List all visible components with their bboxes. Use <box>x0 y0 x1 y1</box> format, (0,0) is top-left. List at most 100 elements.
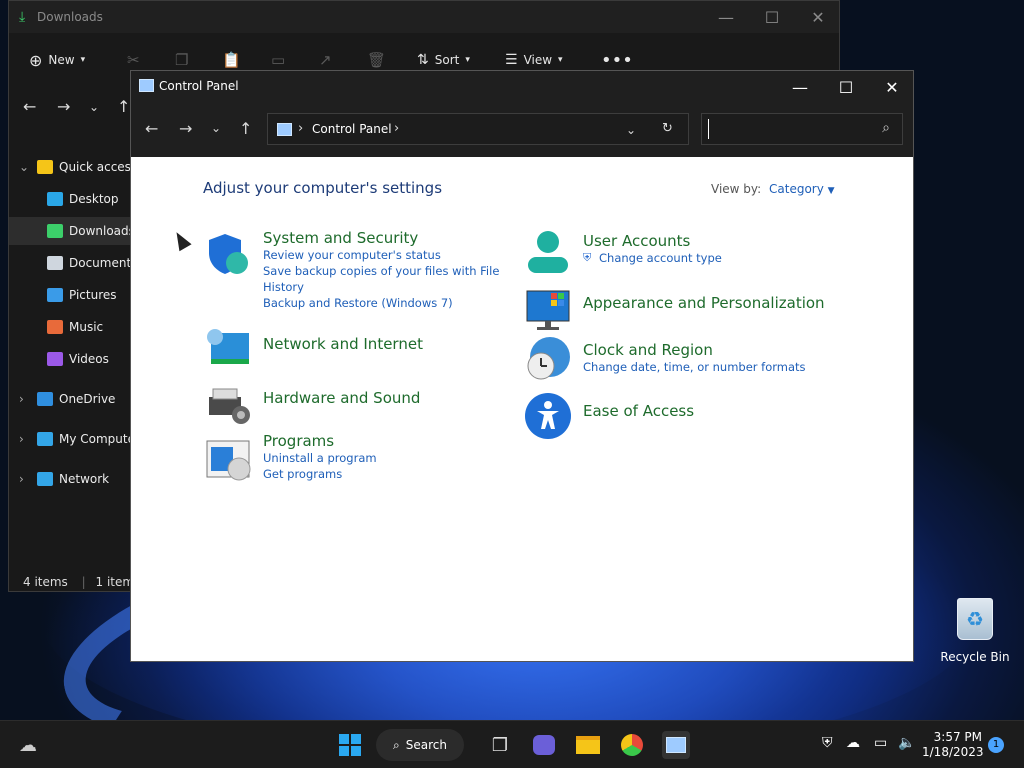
category-title-link[interactable]: System and Security <box>263 229 499 247</box>
chevron-down-icon: ▾ <box>80 55 86 65</box>
taskbar-search-label: Search <box>405 738 447 752</box>
sidebar-item[interactable]: Music <box>9 313 131 341</box>
download-icon: ⤓ <box>19 9 26 25</box>
folder-icon <box>47 320 63 334</box>
up-icon[interactable]: ↑ <box>117 97 130 116</box>
back-icon[interactable]: ← <box>145 119 158 138</box>
recent-dropdown-icon[interactable]: ⌄ <box>211 121 221 135</box>
address-dropdown-icon[interactable]: ⌄ <box>626 123 636 137</box>
chat-icon[interactable] <box>530 731 558 759</box>
view-by-dropdown[interactable]: Category ▼ <box>769 182 835 196</box>
sidebar-item[interactable]: › My Compute <box>9 425 131 453</box>
close-icon[interactable]: ✕ <box>795 1 841 33</box>
search-icon: ⌕ <box>393 737 400 752</box>
breadcrumb-chevron-icon[interactable]: › <box>394 121 399 136</box>
cp-content: Adjust your computer's settings View by:… <box>131 157 913 663</box>
notification-badge[interactable]: 1 <box>988 737 1004 753</box>
minimize-icon[interactable]: — <box>703 1 749 33</box>
category-title-link[interactable]: Programs <box>263 432 377 450</box>
sidebar-item[interactable]: Documents <box>9 249 131 277</box>
category-title-link[interactable]: Ease of Access <box>583 402 694 420</box>
sidebar-item[interactable]: ⌄ Quick access <box>9 153 131 181</box>
cut-icon[interactable]: ✂ <box>127 49 140 71</box>
category-task-link[interactable]: Change date, time, or number formats <box>583 359 806 375</box>
uac-link-wrapper: ⛨ Change account type <box>583 250 722 266</box>
category-task-link[interactable]: Review your computer's status <box>263 247 499 263</box>
delete-icon[interactable]: 🗑 <box>367 49 386 71</box>
view-label: View <box>523 53 553 67</box>
category-task-link[interactable]: Uninstall a program <box>263 450 377 466</box>
minimize-icon[interactable]: — <box>777 71 823 103</box>
clock-time: 3:57 PM <box>933 730 982 744</box>
weather-icon[interactable]: ☁ <box>14 731 42 759</box>
category-task-link[interactable]: History <box>263 279 499 295</box>
expand-chevron-icon[interactable]: › <box>19 472 24 486</box>
sidebar-item[interactable]: › OneDrive <box>9 385 131 413</box>
search-input[interactable] <box>708 119 868 139</box>
sort-button[interactable]: ⇅ Sort ▾ <box>417 49 470 71</box>
category-title-link[interactable]: User Accounts <box>583 232 722 250</box>
control-panel-taskbar-icon[interactable] <box>662 731 690 759</box>
expand-chevron-icon[interactable]: ⌄ <box>19 160 29 174</box>
start-icon[interactable] <box>336 731 364 759</box>
volume-icon[interactable]: 🔈 <box>898 735 915 751</box>
task-view-icon[interactable]: ❐ <box>486 731 514 759</box>
category-title-link[interactable]: Clock and Region <box>583 341 806 359</box>
paste-icon[interactable]: 📋 <box>222 49 241 71</box>
copy-icon[interactable]: ❐ <box>175 49 188 71</box>
category-0: System and Security Review your computer'… <box>263 229 499 311</box>
taskbar-search-button[interactable]: ⌕ Search <box>376 729 464 761</box>
forward-icon[interactable]: → <box>179 119 192 138</box>
category-0: User Accounts ⛨ Change account type <box>583 232 722 266</box>
search-icon[interactable]: ⌕ <box>882 120 890 136</box>
sidebar-item[interactable]: Desktop <box>9 185 131 213</box>
category-title-link[interactable]: Hardware and Sound <box>263 389 420 407</box>
maximize-icon[interactable]: ☐ <box>749 1 795 33</box>
sidebar-item[interactable]: Downloads <box>9 217 131 245</box>
rename-icon[interactable]: ▭ <box>271 49 285 71</box>
taskbar-clock[interactable]: 3:57 PM 1/18/2023 <box>922 730 984 760</box>
sort-label: Sort <box>434 53 460 67</box>
forward-icon[interactable]: → <box>57 97 70 116</box>
category-task-link[interactable]: Change account type <box>599 251 722 265</box>
uac-shield-icon: ⛨ <box>583 251 592 264</box>
more-options-icon[interactable]: ••• <box>601 49 633 71</box>
new-button[interactable]: ⊕ New ▾ <box>29 49 85 71</box>
category-title-link[interactable]: Network and Internet <box>263 335 423 353</box>
recent-dropdown-icon[interactable]: ⌄ <box>89 100 99 114</box>
page-title: Adjust your computer's settings <box>203 179 443 197</box>
explorer-title-bar[interactable]: ⤓ Downloads — ☐ ✕ <box>9 1 839 33</box>
back-icon[interactable]: ← <box>23 97 36 116</box>
category-task-link[interactable]: Save backup copies of your files with Fi… <box>263 263 499 279</box>
cp-search-box[interactable]: ⌕ <box>701 113 903 145</box>
printer-speaker-icon <box>209 388 250 424</box>
share-icon[interactable]: ↗ <box>319 49 332 71</box>
maximize-icon[interactable]: ☐ <box>823 71 869 103</box>
category-task-link[interactable]: Get programs <box>263 466 377 482</box>
sidebar-item-label: Documents <box>69 256 131 270</box>
cp-title-bar[interactable]: Control Panel — ☐ ✕ <box>131 71 913 103</box>
control-panel-window[interactable]: Control Panel — ☐ ✕ ← → ⌄ ↑ › Control Pa… <box>130 70 914 662</box>
view-list-icon: ☰ <box>505 52 518 68</box>
breadcrumb-control-panel[interactable]: Control Panel <box>312 122 392 136</box>
folder-icon <box>47 224 63 238</box>
address-box[interactable]: › Control Panel › ⌄ ↻ <box>267 113 689 145</box>
sidebar-item[interactable]: › Network <box>9 465 131 493</box>
up-icon[interactable]: ↑ <box>239 119 252 138</box>
recycle-bin[interactable]: Recycle Bin <box>940 598 1010 664</box>
chrome-icon[interactable] <box>618 731 646 759</box>
refresh-icon[interactable]: ↻ <box>662 121 673 136</box>
sidebar-item[interactable]: Pictures <box>9 281 131 309</box>
view-button[interactable]: ☰ View ▾ <box>505 49 563 71</box>
expand-chevron-icon[interactable]: › <box>19 432 24 446</box>
breadcrumb-chevron-icon: › <box>298 121 304 136</box>
file-explorer-icon[interactable] <box>574 731 602 759</box>
network-icon[interactable]: ▭ <box>874 735 887 751</box>
onedrive-off-icon[interactable]: ☁ <box>846 735 860 751</box>
category-task-link[interactable]: Backup and Restore (Windows 7) <box>263 295 499 311</box>
sidebar-item[interactable]: Videos <box>9 345 131 373</box>
close-icon[interactable]: ✕ <box>869 71 915 103</box>
category-title-link[interactable]: Appearance and Personalization <box>583 294 825 312</box>
security-warning-icon[interactable]: ⛨ <box>822 735 833 751</box>
expand-chevron-icon[interactable]: › <box>19 392 24 406</box>
